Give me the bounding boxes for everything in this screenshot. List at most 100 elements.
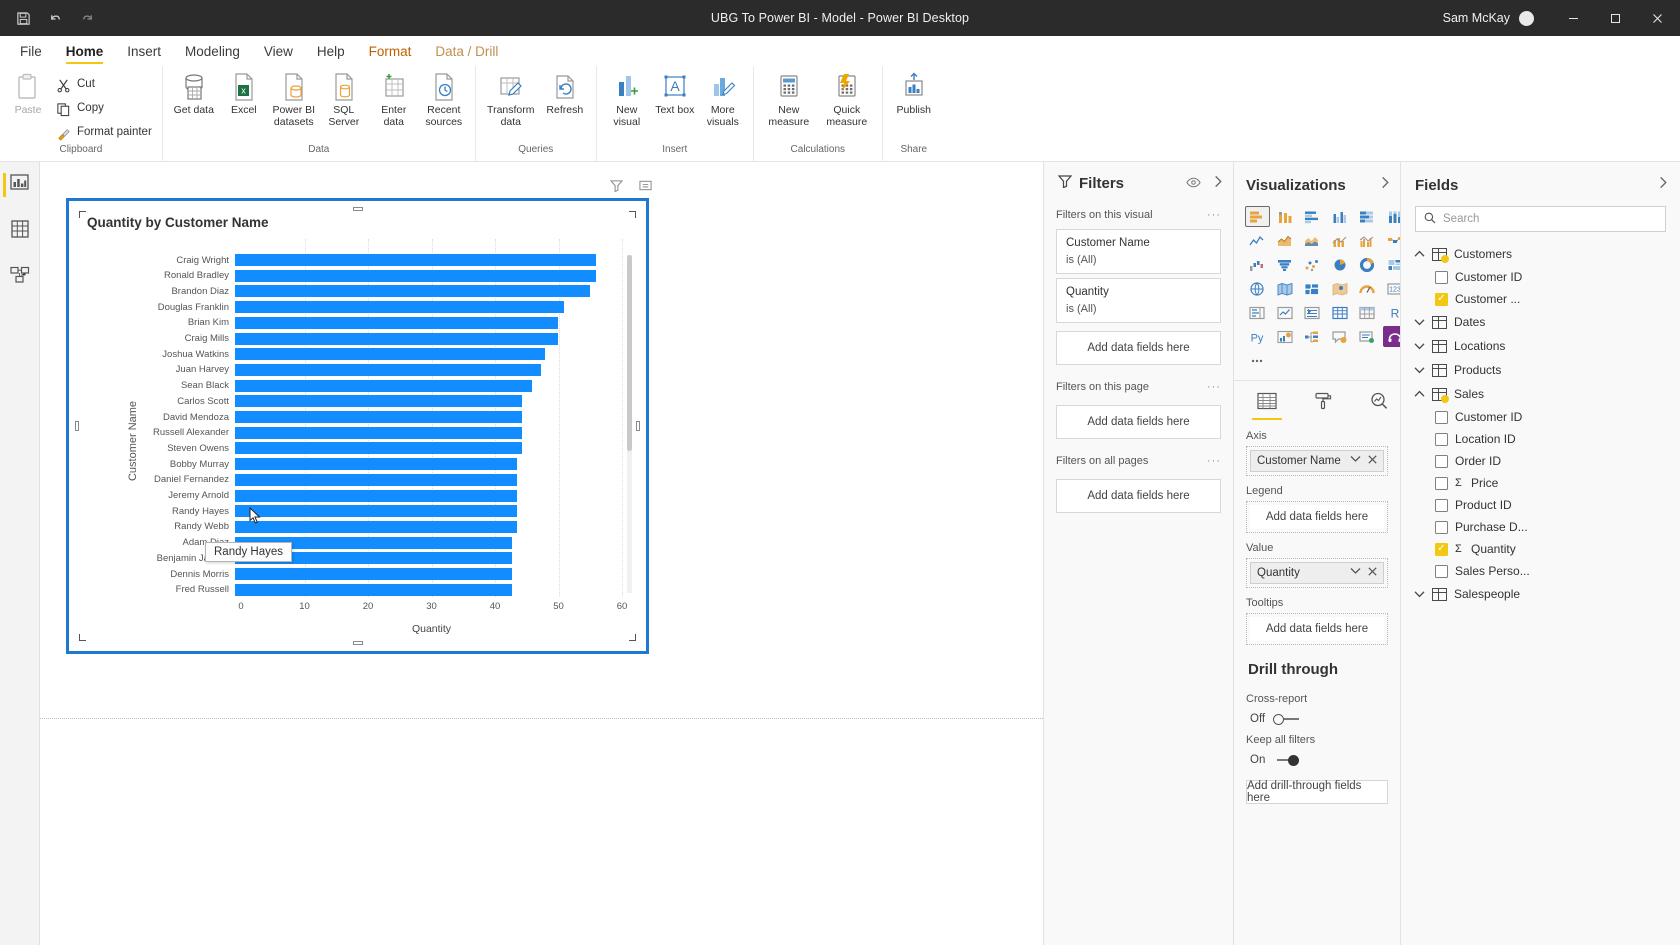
remove-field-icon[interactable] [1368,567,1377,579]
tab-insert[interactable]: Insert [115,42,173,66]
remove-field-icon[interactable] [1368,455,1377,467]
drill-through-dropzone[interactable]: Add drill-through fields here [1246,780,1388,804]
chevron-up-icon[interactable] [1413,250,1425,258]
analytics-tab[interactable] [1364,389,1394,417]
filters-all-dropzone[interactable]: Add data fields here [1056,479,1221,513]
publish-button[interactable]: Publish [889,69,939,119]
field-checkbox[interactable] [1435,564,1448,578]
refresh-button[interactable]: Refresh [540,69,590,119]
kpi-icon[interactable] [1273,302,1298,323]
filter-card-customer-name[interactable]: Customer Name is (All) [1056,229,1221,274]
resize-handle-top[interactable] [352,207,363,211]
gauge-icon[interactable] [1355,278,1380,299]
fields-table-locations[interactable]: Locations [1401,334,1680,358]
fields-table-sales[interactable]: Sales [1401,382,1680,406]
chevron-up-icon[interactable] [1413,390,1425,398]
field-row[interactable]: Purchase D... [1401,516,1680,538]
tab-format[interactable]: Format [357,42,424,66]
new-visual-button[interactable]: New visual [603,69,651,131]
bar[interactable] [235,269,597,282]
chevron-down-icon[interactable] [1413,366,1425,374]
tab-home[interactable]: Home [54,42,116,66]
field-checkbox[interactable] [1435,410,1448,424]
fields-table-salespeople[interactable]: Salespeople [1401,582,1680,606]
chevron-down-icon[interactable] [1350,567,1361,579]
bar-row[interactable]: Craig Mills [107,332,622,346]
chevron-down-icon[interactable] [1413,342,1425,350]
more-options-icon[interactable] [1245,350,1270,371]
collapse-fields-icon[interactable] [1658,176,1668,194]
bar-row[interactable]: Douglas Franklin [107,300,622,314]
bar-row[interactable]: Fred Russell [107,583,622,597]
funnel-chart-icon[interactable] [1273,254,1298,275]
fields-table-dates[interactable]: Dates [1401,310,1680,334]
table-icon[interactable] [1328,302,1353,323]
100-stacked-bar-chart-icon[interactable] [1355,206,1380,227]
bar[interactable] [235,489,517,502]
bar-row[interactable]: Benjamin Jacobs [107,551,622,565]
bar-row[interactable]: Brian Kim [107,316,622,330]
bar-row[interactable]: Bobby Murray [107,457,622,471]
filters-page-more-icon[interactable]: ··· [1207,381,1221,393]
redo-icon[interactable] [72,3,102,33]
collapse-visualizations-icon[interactable] [1380,176,1390,194]
line-chart-icon[interactable] [1245,230,1270,251]
quick-measure-button[interactable]: Quick measure [818,69,876,131]
qa-visual-icon[interactable] [1328,326,1353,347]
keep-all-filters-toggle[interactable] [1273,754,1300,766]
fields-tree[interactable]: Customers Customer ID Customer ... Dates Loc… [1401,242,1680,606]
tooltips-dropzone[interactable]: Add data fields here [1250,617,1384,641]
line-stacked-column-chart-icon[interactable] [1328,230,1353,251]
bar-row[interactable]: Steven Owens [107,441,622,455]
field-row[interactable]: Product ID [1401,494,1680,516]
field-row[interactable]: Customer ID [1401,406,1680,428]
report-view-button[interactable] [2,170,37,200]
field-checkbox[interactable] [1435,270,1448,284]
field-row[interactable]: Customer ... [1401,288,1680,310]
field-checkbox[interactable] [1435,432,1448,446]
stacked-area-chart-icon[interactable] [1300,230,1325,251]
field-row[interactable]: Customer ID [1401,266,1680,288]
fields-table-customers[interactable]: Customers [1401,242,1680,266]
bar-row[interactable]: Brandon Diaz [107,284,622,298]
clustered-column-chart-icon[interactable] [1328,206,1353,227]
field-checkbox[interactable] [1435,292,1448,306]
azure-map-icon[interactable] [1328,278,1353,299]
filters-page-dropzone[interactable]: Add data fields here [1056,405,1221,439]
field-chip-customer-name[interactable]: Customer Name [1250,450,1384,472]
tab-view[interactable]: View [252,42,305,66]
field-row[interactable]: Σ Price [1401,472,1680,494]
bar-chart[interactable]: Customer Name Craig Wright Ronald Bradley… [77,239,638,643]
bar-row[interactable]: Jeremy Arnold [107,489,622,503]
field-checkbox[interactable] [1435,542,1448,556]
multi-row-card-icon[interactable] [1245,302,1270,323]
bar[interactable] [235,583,513,596]
restore-button[interactable] [1594,0,1636,36]
more-visuals-button[interactable]: More visuals [699,69,747,131]
powerbi-datasets-button[interactable]: Power BI datasets [269,69,319,131]
bar-row[interactable]: Adam Diaz [107,536,622,550]
area-chart-icon[interactable] [1273,230,1298,251]
chart-vertical-scrollbar[interactable] [627,255,632,593]
field-checkbox[interactable] [1435,454,1448,468]
bar[interactable] [235,316,558,329]
waterfall-chart-icon[interactable] [1245,254,1270,275]
bar[interactable] [235,379,532,392]
stacked-bar-chart-icon[interactable] [1245,206,1270,227]
keep-all-filters-toggle-row[interactable]: On [1234,750,1400,766]
line-clustered-column-chart-icon[interactable] [1355,230,1380,251]
fields-search-box[interactable]: Search [1415,206,1666,232]
tab-modeling[interactable]: Modeling [173,42,252,66]
bar[interactable] [235,395,523,408]
field-chip-quantity[interactable]: Quantity [1250,562,1384,584]
save-icon[interactable] [8,3,38,33]
text-box-button[interactable]: A Text box [651,69,699,119]
bar[interactable] [235,568,513,581]
new-measure-button[interactable]: New measure [760,69,818,131]
report-canvas[interactable]: Quantity by Customer Name Customer Name … [40,162,1043,945]
chevron-down-icon[interactable] [1413,318,1425,326]
cross-report-toggle-row[interactable]: Off [1234,709,1400,725]
bar-row[interactable]: Randy Hayes [107,504,622,518]
field-row[interactable]: Σ Quantity [1401,538,1680,560]
bar[interactable] [235,348,545,361]
